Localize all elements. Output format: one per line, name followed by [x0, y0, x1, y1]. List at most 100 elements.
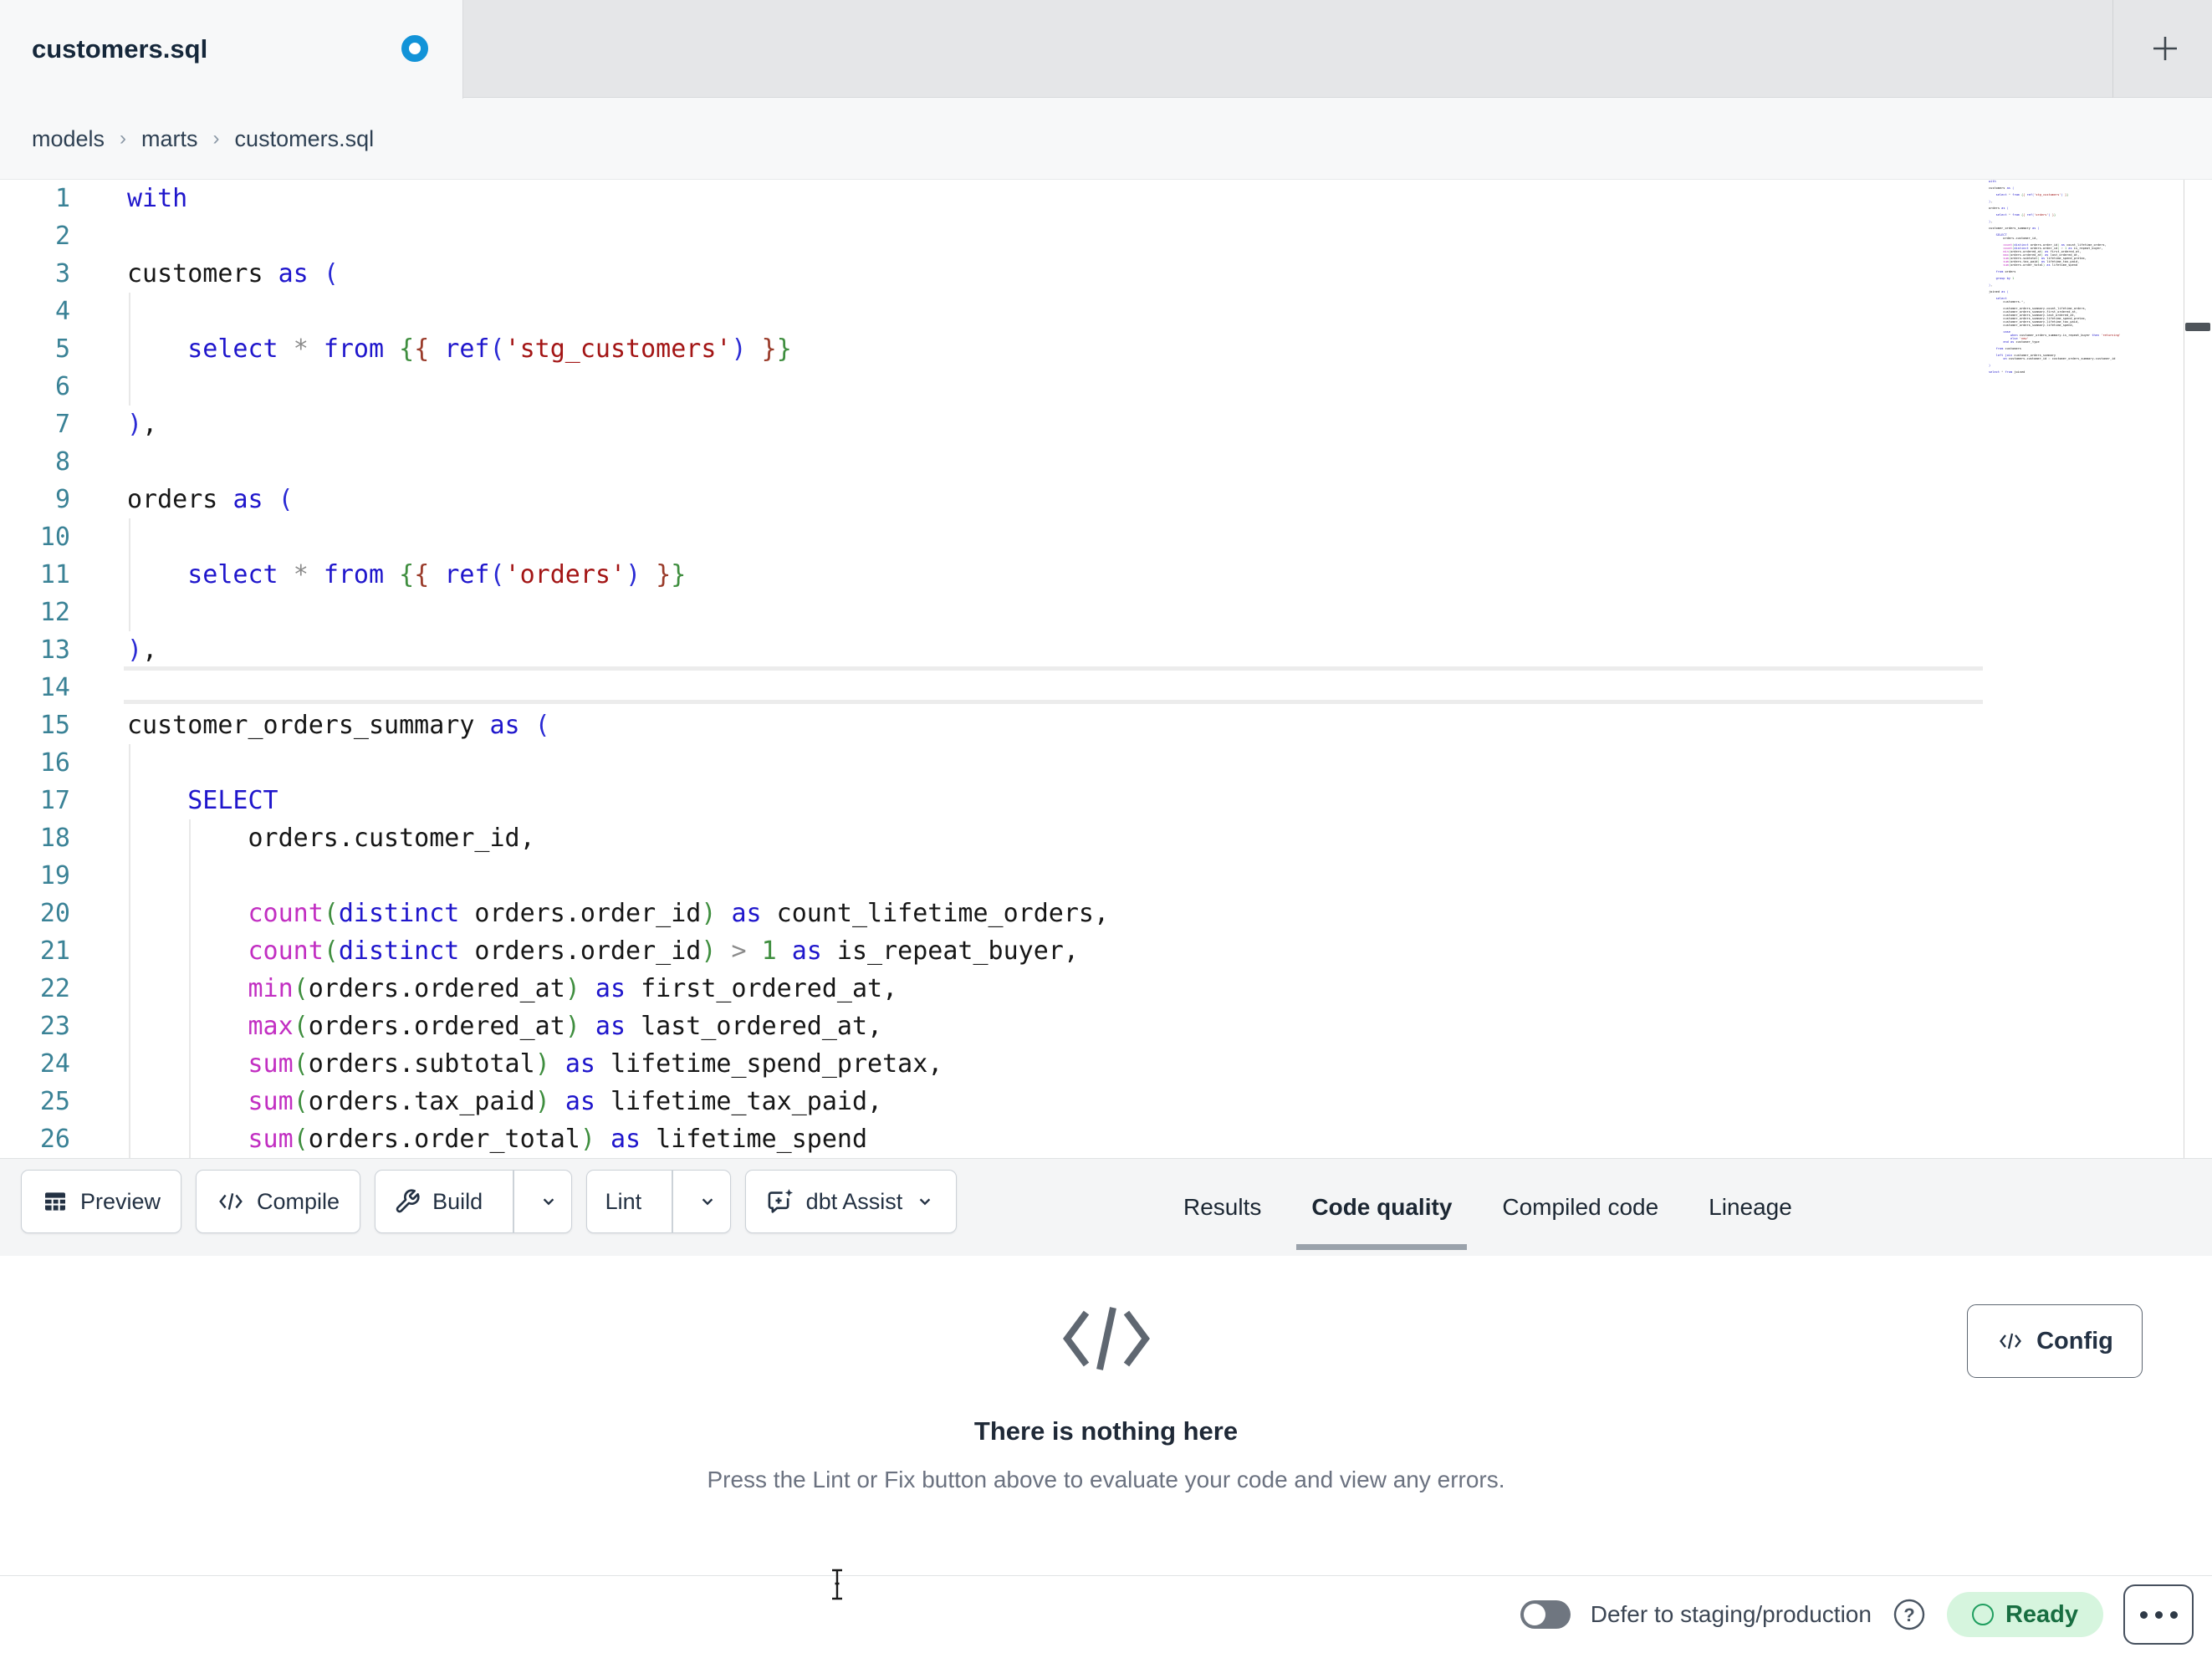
line-content: ), [127, 635, 158, 665]
code-line-26[interactable]: 26 sum(orders.order_total) as lifetime_s… [0, 1120, 2212, 1158]
code-editor[interactable]: 1 with 2 3 customers as ( 4 5 select * from {{… [0, 180, 2212, 1158]
code-line-25[interactable]: 25 sum(orders.tax_paid) as lifetime_tax_… [0, 1083, 2212, 1120]
compile-label: Compile [257, 1188, 340, 1214]
tab-code-quality[interactable]: Code quality [1286, 1159, 1477, 1256]
code-line-9[interactable]: 9 orders as ( [0, 481, 2212, 518]
compile-button[interactable]: Compile [196, 1170, 361, 1233]
code-line-3[interactable]: 3 customers as ( [0, 255, 2212, 293]
line-content: customer_orders_summary as ( [127, 711, 550, 740]
lint-split-button: Lint [585, 1170, 731, 1233]
code-line-23[interactable]: 23 max(orders.ordered_at) as last_ordere… [0, 1008, 2212, 1045]
dbt-assist-label: dbt Assist [805, 1188, 903, 1214]
line-number: 13 [39, 635, 70, 665]
line-number: 19 [39, 861, 70, 890]
code-line-8[interactable]: 8 [0, 443, 2212, 481]
line-number: 4 [54, 297, 70, 326]
preview-label: Preview [80, 1188, 161, 1214]
code-line-22[interactable]: 22 min(orders.ordered_at) as first_order… [0, 970, 2212, 1008]
code-line-5[interactable]: 5 select * from {{ ref('stg_customers') … [0, 330, 2212, 368]
editor-toolbar: Preview Compile Build Lint dbt Assist Re… [0, 1158, 2212, 1256]
chevron-down-icon [543, 1198, 554, 1206]
breadcrumb-item-customers-sql[interactable]: customers.sql [235, 126, 375, 152]
line-number: 22 [39, 974, 70, 1003]
breadcrumb-item-models[interactable]: models [32, 126, 105, 152]
lint-button[interactable]: Lint [587, 1171, 661, 1232]
code-line-16[interactable]: 16 [0, 744, 2212, 782]
dbt-assist-button[interactable]: dbt Assist [744, 1170, 958, 1233]
line-number: 16 [39, 748, 70, 778]
lint-dropdown-button[interactable] [685, 1171, 730, 1232]
new-tab-button[interactable] [2147, 30, 2184, 67]
line-number: 2 [54, 222, 70, 251]
build-dropdown-button[interactable] [526, 1171, 571, 1232]
tab-lineage[interactable]: Lineage [1683, 1159, 1817, 1256]
lint-label: Lint [605, 1188, 642, 1214]
defer-label: Defer to staging/production [1590, 1601, 1872, 1627]
line-number: 26 [39, 1125, 70, 1154]
tab-lineage-label: Lineage [1709, 1194, 1792, 1220]
code-line-7[interactable]: 7), [0, 406, 2212, 443]
tab-customers-sql[interactable]: customers.sql [0, 0, 463, 99]
tab-results-label: Results [1183, 1194, 1262, 1220]
line-content: SELECT [187, 786, 278, 815]
line-number: 7 [54, 410, 70, 439]
code-line-20[interactable]: 20 count(distinct orders.order_id) as co… [0, 895, 2212, 932]
tab-bar: customers.sql [0, 0, 2212, 99]
line-content: max(orders.ordered_at) as last_ordered_a… [248, 1012, 883, 1041]
help-icon[interactable]: ? [1892, 1597, 1927, 1632]
more-options-button[interactable] [2123, 1584, 2194, 1645]
minimap[interactable]: with customers as ( select * from {{ ref(… [1989, 180, 2178, 374]
code-line-10[interactable]: 10 [0, 518, 2212, 556]
wrench-icon [396, 1189, 420, 1213]
code-line-24[interactable]: 24 sum(orders.subtotal) as lifetime_spen… [0, 1045, 2212, 1083]
config-button[interactable]: Config [1967, 1304, 2143, 1378]
code-line-14[interactable]: 14 [0, 669, 2212, 707]
line-content: sum(orders.subtotal) as lifetime_spend_p… [248, 1049, 943, 1079]
code-line-15[interactable]: 15 customer_orders_summary as ( [0, 707, 2212, 744]
breadcrumb-item-marts[interactable]: marts [141, 126, 198, 152]
tab-code-quality-label: Code quality [1311, 1194, 1453, 1220]
line-content: with [127, 184, 188, 213]
code-line-6[interactable]: 6 [0, 368, 2212, 406]
tab-compiled-code[interactable]: Compiled code [1477, 1159, 1683, 1256]
table-icon [45, 1192, 65, 1211]
code-line-1[interactable]: 1 with [0, 180, 2212, 217]
line-number: 21 [39, 936, 70, 966]
code-line-13[interactable]: 13), [0, 631, 2212, 669]
line-content: customers as ( [127, 259, 339, 288]
assist-sparkle-chat-icon [768, 1188, 793, 1213]
line-number: 17 [39, 786, 70, 815]
line-content: orders.customer_id, [127, 824, 535, 853]
ready-status-badge: Ready [1946, 1592, 2103, 1637]
breadcrumb: models › marts › customers.sql [32, 98, 374, 180]
code-line-11[interactable]: 11 select * from {{ ref('orders') }} [0, 556, 2212, 594]
line-content: select * from {{ ref('stg_customers') }} [187, 334, 792, 364]
code-line-17[interactable]: 17 SELECT [0, 782, 2212, 819]
build-button[interactable]: Build [375, 1171, 501, 1232]
code-line-12[interactable]: 12 [0, 594, 2212, 631]
code-line-21[interactable]: 21 count(distinct orders.order_id) > 1 a… [0, 932, 2212, 970]
code-line-4[interactable]: 4 [0, 293, 2212, 330]
status-bar: Defer to staging/production ? Ready [0, 1575, 2212, 1653]
empty-state-title: There is nothing here [973, 1416, 1239, 1446]
breadcrumb-separator: › [120, 127, 127, 150]
line-number: 5 [54, 334, 70, 364]
tab-results[interactable]: Results [1158, 1159, 1286, 1256]
line-number: 14 [39, 673, 70, 702]
code-line-18[interactable]: 18 orders.customer_id, [0, 819, 2212, 857]
scrollbar-thumb[interactable] [2185, 323, 2210, 331]
code-line-19[interactable]: 19 [0, 857, 2212, 895]
ready-label: Ready [2005, 1600, 2078, 1628]
preview-button[interactable]: Preview [21, 1170, 182, 1233]
line-number: 20 [39, 899, 70, 928]
split-divider [672, 1171, 673, 1232]
line-content: min(orders.ordered_at) as first_ordered_… [248, 974, 898, 1003]
split-divider [513, 1171, 514, 1232]
line-content: count(distinct orders.order_id) as count… [248, 899, 1110, 928]
line-number: 10 [39, 523, 70, 552]
build-split-button: Build [375, 1170, 572, 1233]
code-line-2[interactable]: 2 [0, 217, 2212, 255]
defer-toggle[interactable] [1520, 1600, 1571, 1629]
line-content: count(distinct orders.order_id) > 1 as i… [248, 936, 1079, 966]
minimap-line-58: select * from joined [1989, 370, 2026, 374]
